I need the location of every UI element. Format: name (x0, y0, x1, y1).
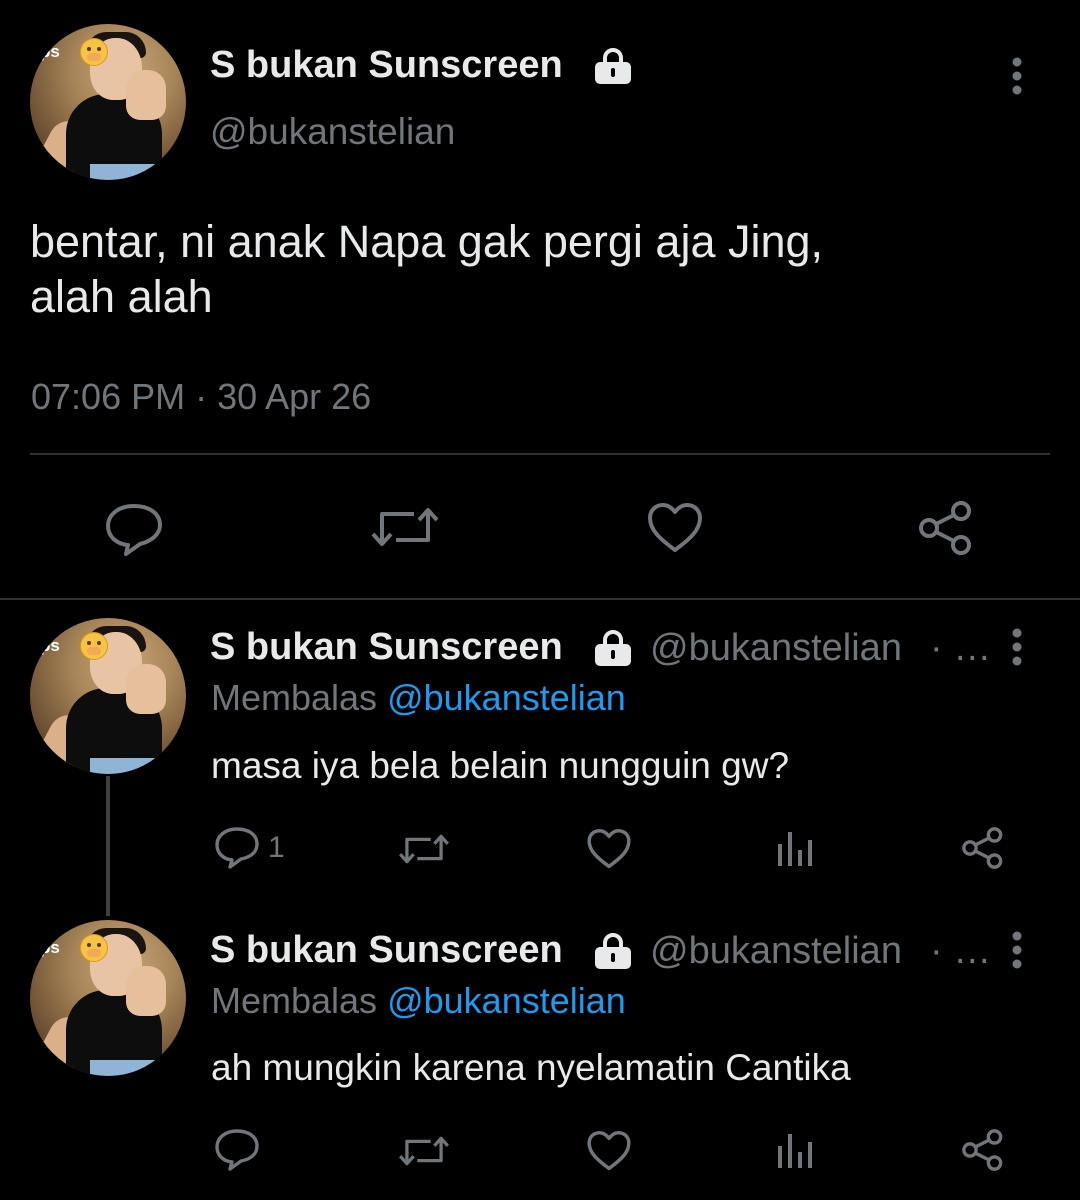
reply-icon[interactable] (214, 1128, 260, 1172)
share-icon[interactable] (960, 1128, 1006, 1172)
section-divider (0, 598, 1080, 600)
reply-text: ah mungkin karena nyelamatin Cantika (211, 1047, 851, 1088)
avatar-badge-text: ps (40, 938, 60, 957)
more-vertical-icon[interactable] (1007, 930, 1027, 970)
views-icon[interactable] (776, 830, 816, 868)
retweet-icon[interactable] (398, 1132, 450, 1170)
emoji-icon (80, 934, 108, 962)
timestamp-separator: · … (930, 627, 992, 669)
timestamp[interactable]: 07:06 PM · 30 Apr 26 (31, 376, 371, 418)
handle[interactable]: @bukanstelian (650, 930, 902, 973)
handle[interactable]: @bukanstelian (650, 627, 902, 670)
lock-icon (592, 630, 634, 666)
views-icon[interactable] (776, 1132, 816, 1170)
retweet-icon[interactable] (398, 830, 450, 868)
timestamp-separator: · … (930, 930, 992, 972)
avatar[interactable]: ps (30, 24, 186, 180)
mention-link[interactable]: @bukanstelian (387, 980, 626, 1021)
heart-icon[interactable] (646, 502, 704, 554)
tweet-text: bentar, ni anak Napa gak pergi aja Jing,… (30, 214, 1050, 324)
replying-prefix: Membalas (211, 980, 378, 1021)
mention-link[interactable]: @bukanstelian (387, 677, 626, 718)
emoji-icon (80, 38, 108, 66)
heart-icon[interactable] (586, 1130, 632, 1172)
lock-icon (592, 933, 634, 969)
avatar-badge-text: ps (40, 636, 60, 655)
replying-to: Membalas @bukanstelian (211, 677, 626, 719)
lock-icon (592, 48, 634, 84)
avatar[interactable]: ps (30, 920, 186, 1076)
avatar-hand (126, 70, 166, 120)
avatar-jeans (90, 1060, 160, 1076)
reply-text: masa iya bela belain nungguin gw? (211, 745, 790, 786)
avatar-badge-text: ps (40, 42, 60, 61)
avatar-hand (126, 966, 166, 1016)
display-name[interactable]: S bukan Sunscreen (210, 626, 563, 669)
more-vertical-icon[interactable] (1007, 627, 1027, 667)
thread-line (106, 776, 110, 916)
tweet-text-line-2: alah alah (30, 271, 213, 322)
avatar-jeans (90, 758, 160, 774)
reply-icon[interactable] (214, 826, 260, 870)
avatar-jeans (90, 164, 160, 180)
replying-to: Membalas @bukanstelian (211, 980, 626, 1022)
avatar-hand (126, 664, 166, 714)
reply-icon[interactable] (104, 502, 164, 556)
display-name[interactable]: S bukan Sunscreen (210, 44, 563, 87)
retweet-icon[interactable] (370, 502, 440, 552)
reply-count: 1 (268, 831, 285, 864)
divider (30, 453, 1050, 455)
more-vertical-icon[interactable] (1007, 56, 1027, 96)
display-name[interactable]: S bukan Sunscreen (210, 929, 563, 972)
replying-prefix: Membalas (211, 677, 378, 718)
avatar[interactable]: ps (30, 618, 186, 774)
heart-icon[interactable] (586, 828, 632, 870)
handle[interactable]: @bukanstelian (210, 111, 455, 153)
share-icon[interactable] (960, 826, 1006, 870)
share-icon[interactable] (916, 500, 976, 556)
tweet-text-line-1: bentar, ni anak Napa gak pergi aja Jing, (30, 216, 824, 267)
emoji-icon (80, 632, 108, 660)
